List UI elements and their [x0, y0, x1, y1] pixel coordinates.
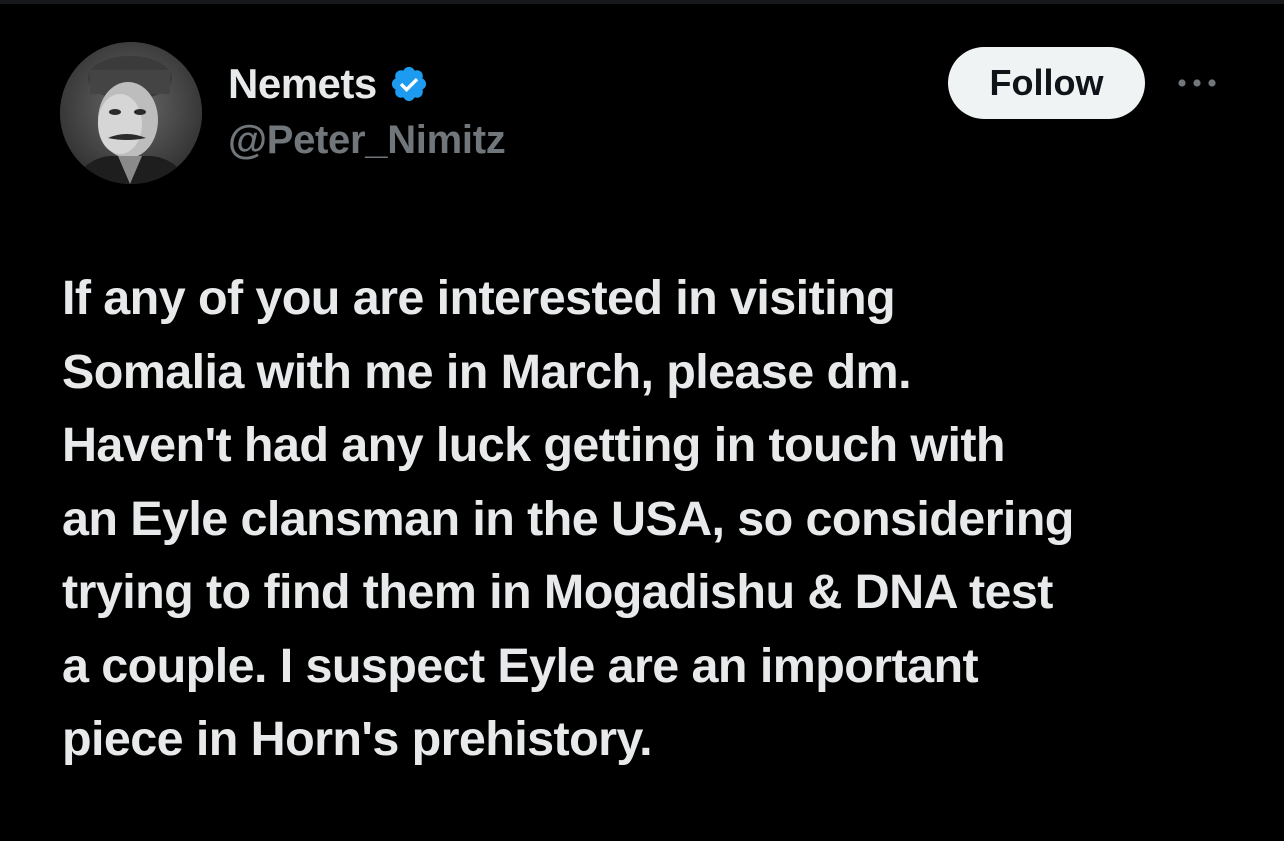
- tweet-line: a couple. I suspect Eyle are an importan…: [62, 638, 979, 693]
- tweet-line: trying to find them in Mogadishu & DNA t…: [62, 565, 1053, 619]
- follow-button[interactable]: Follow: [948, 47, 1145, 119]
- avatar-photo: [60, 42, 202, 184]
- top-divider: [0, 0, 1284, 4]
- more-options-button[interactable]: [1174, 66, 1220, 100]
- tweet-line: If any of you are interested in visiting: [62, 271, 896, 325]
- tweet-line: Somalia with me in March, please dm.: [62, 344, 912, 399]
- tweet-line: an Eyle clansman in the USA, so consider…: [62, 491, 1074, 546]
- verified-badge-icon: [389, 64, 429, 104]
- ellipsis-icon: [1178, 79, 1216, 87]
- display-name[interactable]: Nemets: [228, 60, 377, 108]
- tweet-line: piece in Horn's prehistory.: [62, 712, 653, 766]
- tweet-line: Haven't had any luck getting in touch wi…: [62, 418, 1006, 472]
- author-name-row: Nemets: [228, 58, 429, 110]
- user-handle[interactable]: @Peter_Nimitz: [228, 118, 506, 163]
- avatar[interactable]: [60, 42, 202, 184]
- tweet-text: If any of you are interested in visiting…: [62, 262, 1242, 777]
